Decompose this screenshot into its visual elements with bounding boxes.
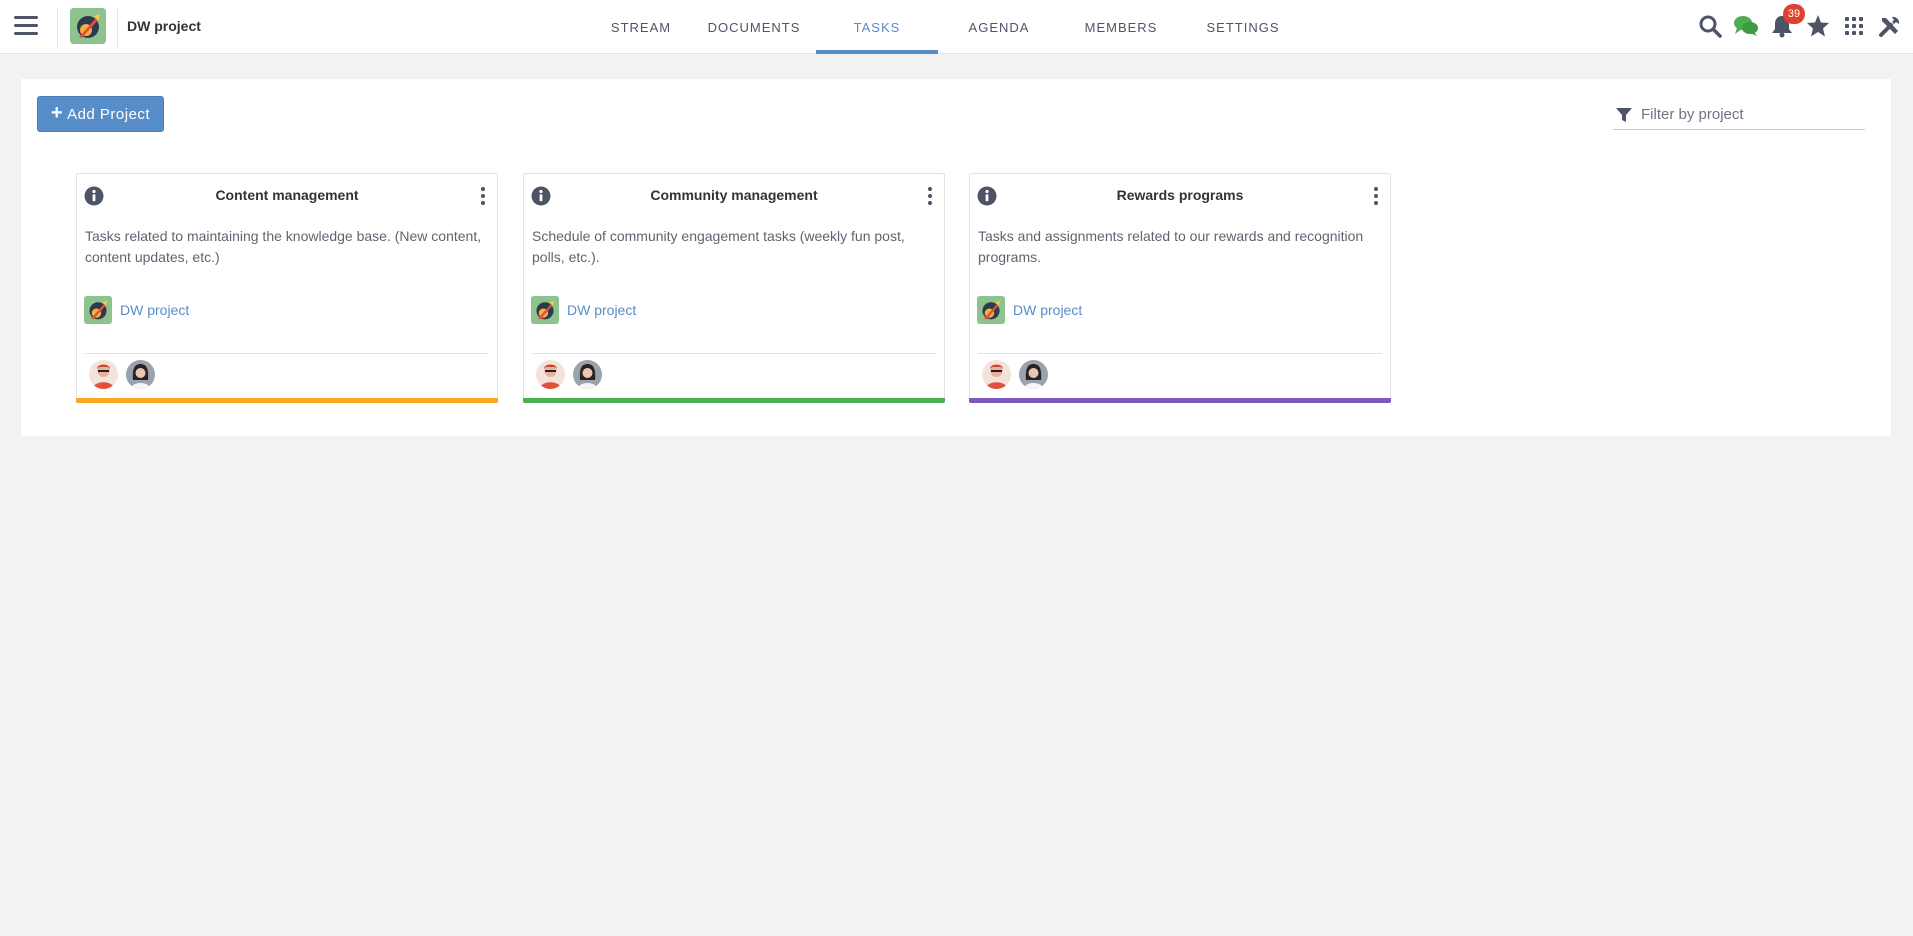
info-icon[interactable] (84, 186, 104, 206)
tab-settings[interactable]: SETTINGS (1182, 0, 1304, 54)
project-description: Tasks related to maintaining the knowled… (85, 228, 482, 265)
project-space-link[interactable]: DW project (977, 296, 1082, 324)
filter-by-project (1613, 100, 1865, 130)
project-members (89, 360, 155, 389)
space-link-label: DW project (567, 302, 637, 318)
more-vertical-icon[interactable] (477, 186, 489, 206)
project-members (536, 360, 602, 389)
tab-documents[interactable]: DOCUMENTS (692, 0, 816, 54)
project-card[interactable]: Content management Tasks related to main… (76, 173, 498, 403)
divider (117, 8, 118, 48)
project-description: Tasks and assignments related to our rew… (978, 228, 1364, 265)
projects-panel: + Add Project Content management Tasks r… (21, 79, 1891, 436)
star-icon[interactable] (1805, 13, 1831, 39)
project-title[interactable]: Content management (117, 187, 457, 203)
project-members (982, 360, 1048, 389)
project-title[interactable]: Rewards programs (1010, 187, 1350, 203)
project-color-bar (969, 398, 1391, 403)
filter-icon (1616, 107, 1632, 122)
plus-icon: + (50, 102, 64, 124)
avatar[interactable] (1019, 360, 1048, 389)
add-project-button[interactable]: + Add Project (37, 96, 164, 132)
more-vertical-icon[interactable] (924, 186, 936, 206)
info-icon[interactable] (977, 186, 997, 206)
avatar[interactable] (982, 360, 1011, 389)
search-icon[interactable] (1697, 13, 1723, 39)
tab-members[interactable]: MEMBERS (1060, 0, 1182, 54)
divider (85, 353, 489, 354)
space-link-label: DW project (1013, 302, 1083, 318)
project-color-bar (76, 398, 498, 403)
space-avatar (531, 296, 559, 324)
add-project-label: Add Project (67, 105, 151, 123)
bell-icon[interactable]: 39 (1769, 4, 1805, 39)
apps-grid-icon[interactable] (1841, 13, 1867, 39)
space-avatar (84, 296, 112, 324)
project-description: Schedule of community engagement tasks (… (532, 228, 905, 265)
hamburger-menu-icon[interactable] (14, 16, 38, 36)
space-tabs: STREAM DOCUMENTS TASKS AGENDA MEMBERS SE… (590, 0, 1304, 54)
chat-icon[interactable] (1733, 13, 1759, 39)
avatar[interactable] (89, 360, 118, 389)
project-card[interactable]: Rewards programs Tasks and assignments r… (969, 173, 1391, 403)
top-bar: DW project STREAM DOCUMENTS TASKS AGENDA… (0, 0, 1913, 54)
project-title[interactable]: Community management (564, 187, 904, 203)
tab-tasks[interactable]: TASKS (816, 0, 938, 54)
project-color-bar (523, 398, 945, 403)
filter-input[interactable] (1641, 106, 1851, 123)
space-link-label: DW project (120, 302, 190, 318)
space-name[interactable]: DW project (127, 18, 201, 34)
project-space-link[interactable]: DW project (531, 296, 636, 324)
info-icon[interactable] (531, 186, 551, 206)
avatar[interactable] (573, 360, 602, 389)
divider (532, 353, 936, 354)
project-card[interactable]: Community management Schedule of communi… (523, 173, 945, 403)
divider (57, 8, 58, 48)
avatar[interactable] (126, 360, 155, 389)
tab-stream[interactable]: STREAM (590, 0, 692, 54)
space-avatar[interactable] (70, 8, 106, 44)
more-vertical-icon[interactable] (1370, 186, 1382, 206)
avatar[interactable] (536, 360, 565, 389)
space-avatar (977, 296, 1005, 324)
tools-icon[interactable] (1877, 13, 1903, 39)
tab-agenda[interactable]: AGENDA (938, 0, 1060, 54)
notification-badge: 39 (1783, 4, 1805, 24)
project-space-link[interactable]: DW project (84, 296, 189, 324)
divider (978, 353, 1382, 354)
